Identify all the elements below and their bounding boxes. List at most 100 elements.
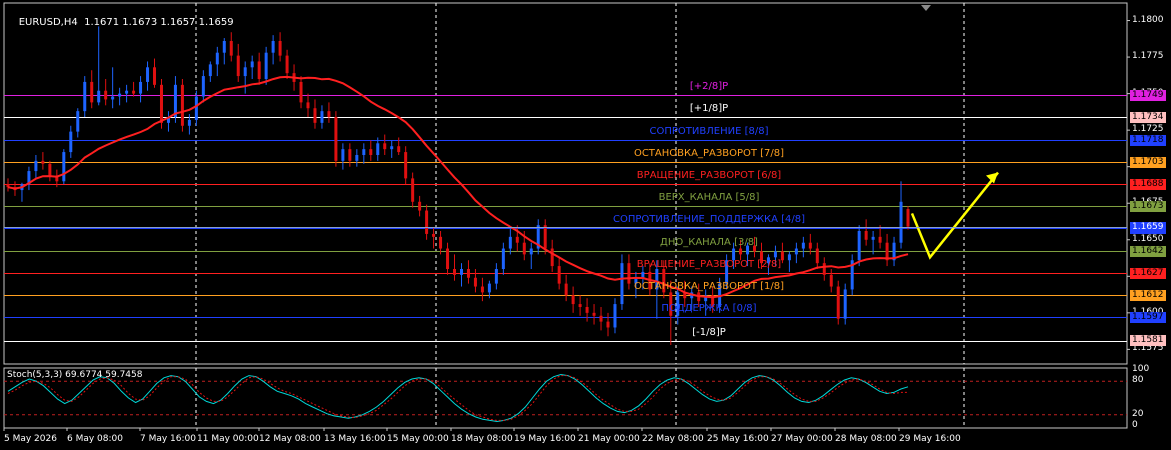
level-price-tag: 1.1749 (1130, 89, 1166, 101)
candle-bear (90, 81, 94, 103)
forecast-arrow-line (910, 171, 999, 260)
candle-bull (173, 84, 177, 117)
candle-bear (864, 231, 868, 240)
time-axis-label: 7 May 16:00 (140, 434, 196, 444)
price-tick-label: 1.1725 (1132, 124, 1164, 135)
candle-bull (494, 269, 498, 284)
candle-bear (585, 307, 589, 313)
candle-bear (425, 210, 429, 234)
candle-bull (801, 242, 805, 249)
candle-bull (83, 81, 87, 112)
candle-bear (564, 283, 568, 296)
level-price-tag: 1.1673 (1130, 200, 1166, 212)
candle-bear (515, 236, 519, 243)
candle-bear (41, 160, 45, 164)
candle-bear (829, 274, 833, 287)
candle-bear (229, 41, 233, 56)
level-price-tag: 1.1642 (1130, 245, 1166, 257)
candle-bear (48, 163, 52, 176)
price-panel-frame (3, 2, 1128, 365)
candle-bull (222, 41, 226, 53)
candle-bear (418, 201, 422, 211)
stoch-panel-frame (3, 367, 1128, 429)
candle-bull (118, 93, 122, 97)
candle-bull (243, 67, 247, 77)
candle-bear (383, 143, 387, 150)
level-price-tag: 1.1734 (1130, 111, 1166, 123)
candle-bull (139, 81, 143, 94)
candle-bear (543, 225, 547, 249)
candle-bear (104, 90, 108, 100)
candle-bear (397, 146, 401, 153)
level-price-tag: 1.1612 (1130, 289, 1166, 301)
candle-bull (641, 271, 645, 278)
murrey-level-label: ВРАЩЕНИЕ_РАЗВОРОТ [6/8] (636, 170, 782, 182)
candle-bear (466, 269, 470, 278)
candle-bull (620, 263, 624, 305)
current-price-tag: 1.1659 (1130, 221, 1166, 233)
candle-bull (843, 289, 847, 319)
candle-bear (180, 84, 184, 126)
candle-bull (76, 111, 80, 132)
murrey-level-label: СОПРОТИВЛЕНИЕ [8/8] (649, 126, 769, 138)
candle-bear (159, 84, 163, 123)
candle-bear (815, 248, 819, 264)
candle-bear (906, 209, 910, 227)
candle-bull (34, 160, 38, 172)
candle-bull (187, 119, 191, 126)
candle-bull (355, 155, 359, 161)
candle-bull (97, 90, 101, 103)
time-axis-label: 18 May 08:00 (451, 434, 513, 444)
murrey-level-label: ДНО_КАНАЛА [3/8] (660, 237, 758, 249)
candle-bull (857, 231, 861, 261)
candle-bear (473, 277, 477, 287)
level-price-tag: 1.1581 (1130, 335, 1166, 347)
candle-bear (299, 81, 303, 103)
time-axis-label: 6 May 08:00 (67, 434, 123, 444)
murrey-level-label: [-1/8]P (692, 326, 726, 338)
ohlc-values: 1.1671 1.1673 1.1657 1.1659 (84, 17, 234, 28)
candle-bear (522, 242, 526, 255)
candle-bear (285, 55, 289, 74)
time-axis-label: 22 May 08:00 (642, 434, 704, 444)
murrey-level-label: ВРАЩЕНИЕ_РАЗВОРОТ [2/8] (636, 259, 782, 271)
symbol-label: EURUSD,H4 (18, 17, 78, 28)
time-axis-label: 15 May 00:00 (387, 434, 449, 444)
candle-bull (320, 111, 324, 123)
candle-bull (871, 236, 875, 240)
candle-bull (459, 269, 463, 275)
candle-bear (278, 41, 282, 56)
candle-bear (236, 55, 240, 77)
candle-bear (571, 295, 575, 305)
candle-bear (432, 233, 436, 237)
scroll-triangle-icon[interactable] (921, 5, 931, 11)
candle-bear (836, 286, 840, 319)
price-chart[interactable] (0, 0, 1171, 450)
time-axis-label: 28 May 08:00 (835, 434, 897, 444)
level-price-tag: 1.1688 (1130, 178, 1166, 190)
candle-bear (627, 263, 631, 284)
price-tick-label: 1.1650 (1132, 233, 1164, 244)
candle-bull (69, 131, 73, 153)
candle-bull (529, 248, 533, 255)
candle-bear (822, 263, 826, 275)
candle-bear (327, 111, 331, 117)
chart-window[interactable]: EURUSD,H4 1.1671 1.1673 1.1657 1.1659 St… (0, 0, 1171, 450)
stoch-tick-label: 100 (1132, 364, 1150, 374)
candle-bull (773, 251, 777, 258)
candle-bull (390, 146, 394, 150)
candle-bear (808, 242, 812, 249)
candle-bull (376, 143, 380, 155)
candle-bull (271, 41, 275, 53)
candle-bull (501, 248, 505, 269)
candle-bear (334, 117, 338, 161)
time-axis-label: 25 May 16:00 (707, 434, 769, 444)
murrey-level-label: ВЕРХ_КАНАЛА [5/8] (658, 192, 760, 204)
candle-bull (62, 152, 66, 182)
candle-bear (480, 286, 484, 293)
time-axis-label: 12 May 08:00 (259, 434, 321, 444)
stoch-tick-label: 0 (1132, 420, 1138, 430)
candle-bear (132, 90, 136, 94)
time-axis-label: 29 May 16:00 (899, 434, 961, 444)
candle-bull (341, 149, 345, 161)
